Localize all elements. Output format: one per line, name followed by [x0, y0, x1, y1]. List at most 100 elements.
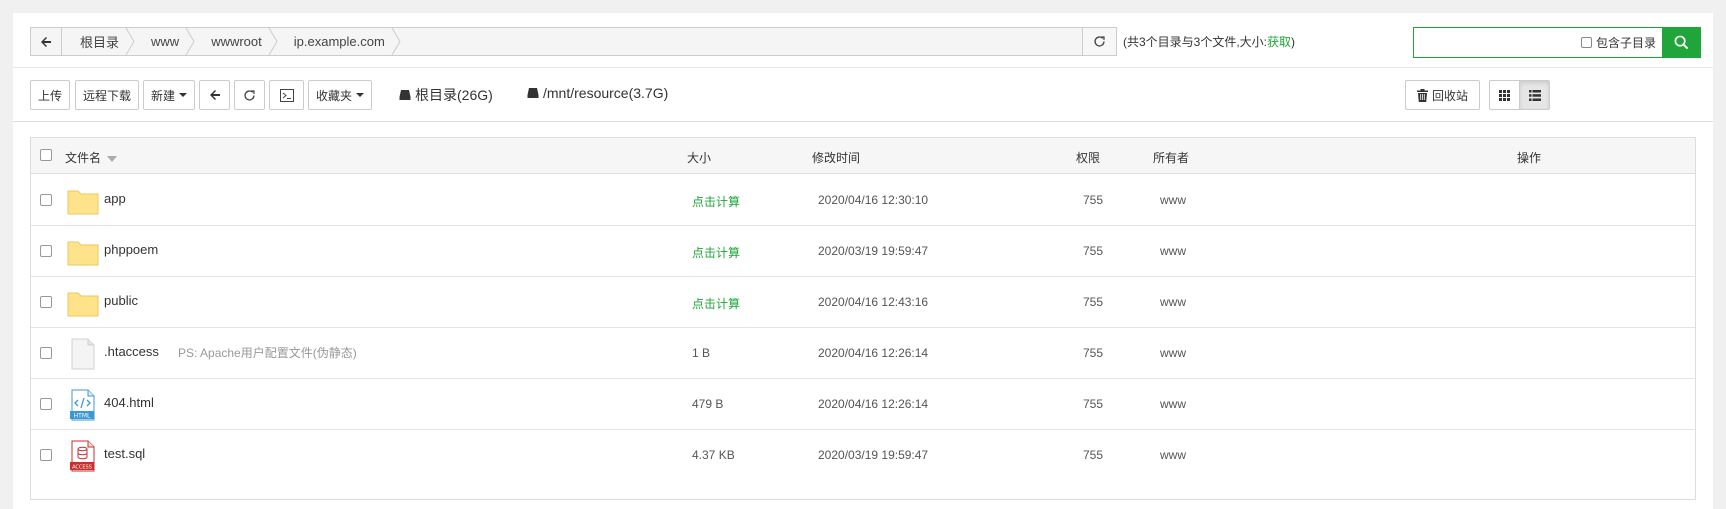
- col-name-header[interactable]: 文件名: [65, 149, 118, 166]
- summary-text: (共3个目录与3个文件,大小:: [1123, 35, 1268, 49]
- mtime-cell: 2020/04/16 12:30:10: [818, 193, 929, 207]
- folder-icon: [67, 292, 99, 317]
- disk-mnt-label: /mnt/resource(3.7G): [543, 85, 669, 101]
- remote-download-button[interactable]: 远程下载: [75, 80, 139, 110]
- recycle-bin-label: 回收站: [1431, 88, 1468, 103]
- owner-cell[interactable]: www: [1160, 295, 1186, 309]
- owner-cell[interactable]: www: [1160, 448, 1186, 462]
- file-name[interactable]: app: [104, 191, 126, 206]
- col-ops-header: 操作: [1517, 151, 1542, 165]
- file-name[interactable]: 404.html: [104, 395, 154, 410]
- mtime-cell: 2020/03/19 19:59:47: [818, 448, 929, 462]
- col-size-header[interactable]: 大小: [687, 149, 711, 166]
- path-refresh-button[interactable]: [1082, 28, 1116, 55]
- caret-down-icon: [356, 93, 364, 97]
- arrow-left-icon: [209, 90, 220, 100]
- upload-button[interactable]: 上传: [30, 80, 70, 110]
- new-label: 新建: [150, 88, 175, 103]
- favorites-dropdown-button[interactable]: 收藏夹: [308, 80, 372, 110]
- sort-desc-icon: [107, 155, 118, 162]
- sql-file-icon: ACCESS: [70, 440, 95, 472]
- breadcrumb-item-root[interactable]: 根目录: [62, 28, 135, 55]
- file-name[interactable]: public: [104, 293, 138, 308]
- owner-cell[interactable]: www: [1160, 193, 1186, 207]
- owner-cell[interactable]: www: [1160, 244, 1186, 258]
- list-icon: [1528, 89, 1541, 101]
- refresh-button[interactable]: [234, 80, 265, 110]
- disk-root-link[interactable]: 根目录(26G): [399, 85, 493, 105]
- row-checkbox[interactable]: [40, 347, 52, 359]
- mtime-cell: 2020/04/16 12:43:16: [818, 295, 929, 309]
- breadcrumb-separator: [391, 28, 401, 55]
- get-size-link[interactable]: 获取: [1267, 35, 1291, 49]
- owner-cell[interactable]: www: [1160, 397, 1186, 411]
- file-name[interactable]: test.sql: [104, 446, 145, 461]
- calc-size-link[interactable]: 点击计算: [692, 193, 740, 210]
- select-all-checkbox[interactable]: [40, 149, 52, 161]
- arrow-left-icon: [41, 36, 51, 47]
- perm-cell[interactable]: 755: [1083, 397, 1103, 411]
- calc-size-link[interactable]: 点击计算: [692, 295, 740, 312]
- perm-cell[interactable]: 755: [1083, 346, 1103, 360]
- breadcrumb-item-wwwroot[interactable]: wwwroot: [193, 28, 278, 55]
- col-perm-header[interactable]: 权限: [1076, 149, 1100, 166]
- perm-cell[interactable]: 755: [1083, 295, 1103, 309]
- breadcrumb: 根目录 www wwwroot ip.example.com: [30, 27, 1117, 56]
- refresh-icon: [1094, 36, 1105, 47]
- breadcrumb-label: 根目录: [80, 35, 120, 50]
- col-mtime-header[interactable]: 修改时间: [812, 149, 860, 166]
- file-manager-panel: 根目录 www wwwroot ip.example.com (共3个目录与3个…: [13, 13, 1713, 509]
- file-name[interactable]: phppoem: [104, 242, 158, 257]
- trash-icon: [1416, 88, 1428, 102]
- perm-cell[interactable]: 755: [1083, 244, 1103, 258]
- blank-file-icon: [71, 338, 95, 370]
- terminal-icon: [279, 88, 294, 102]
- disk-mnt-link[interactable]: /mnt/resource(3.7G): [527, 85, 668, 101]
- table-row[interactable]: public 点击计算 2020/04/16 12:43:16 755 www: [31, 277, 1695, 328]
- search-box: 包含子目录: [1413, 27, 1701, 58]
- breadcrumb-item-site[interactable]: ip.example.com: [276, 28, 401, 55]
- perm-cell[interactable]: 755: [1083, 448, 1103, 462]
- refresh-icon: [244, 89, 255, 101]
- table-row[interactable]: app 点击计算 2020/04/16 12:30:10 755 www: [31, 175, 1695, 226]
- search-button[interactable]: [1662, 28, 1700, 57]
- row-checkbox[interactable]: [40, 449, 52, 461]
- terminal-button[interactable]: [269, 80, 304, 110]
- table-row[interactable]: HTML 404.html 479 B 2020/04/16 12:26:14 …: [31, 379, 1695, 430]
- table-row[interactable]: .htaccess PS: Apache用户配置文件(伪静态) 1 B 2020…: [31, 328, 1695, 379]
- svg-text:HTML: HTML: [74, 413, 91, 420]
- table-row[interactable]: ACCESS test.sql 4.37 KB 2020/03/19 19:59…: [31, 430, 1695, 481]
- table-header: 文件名 大小 修改时间 权限 所有者 操作: [31, 138, 1695, 174]
- divider: [13, 67, 1713, 68]
- file-table: 文件名 大小 修改时间 权限 所有者 操作 app 点击计算 2020/04/1…: [30, 137, 1696, 500]
- table-row[interactable]: phppoem 点击计算 2020/03/19 19:59:47 755 www: [31, 226, 1695, 277]
- perm-cell[interactable]: 755: [1083, 193, 1103, 207]
- include-subdir-label: 包含子目录: [1596, 36, 1657, 50]
- list-view-button[interactable]: [1519, 80, 1550, 110]
- row-checkbox[interactable]: [40, 245, 52, 257]
- breadcrumb-item-www[interactable]: www: [133, 28, 195, 55]
- search-icon: [1674, 35, 1688, 50]
- grid-view-button[interactable]: [1489, 80, 1520, 110]
- file-name[interactable]: .htaccess: [104, 344, 159, 359]
- recycle-bin-button[interactable]: 回收站: [1405, 80, 1480, 110]
- breadcrumb-label: wwwroot: [211, 34, 262, 49]
- grid-icon: [1499, 89, 1510, 101]
- include-subdir-option[interactable]: 包含子目录: [1581, 28, 1662, 57]
- owner-cell[interactable]: www: [1160, 346, 1186, 360]
- row-checkbox[interactable]: [40, 296, 52, 308]
- search-input[interactable]: [1414, 28, 1581, 57]
- row-checkbox[interactable]: [40, 194, 52, 206]
- back-button[interactable]: [199, 80, 230, 110]
- include-subdir-checkbox[interactable]: [1581, 37, 1592, 48]
- path-input-area[interactable]: [399, 28, 1082, 55]
- folder-icon: [67, 241, 99, 266]
- mtime-cell: 2020/03/19 19:59:47: [818, 244, 929, 258]
- path-back-button[interactable]: [31, 28, 62, 55]
- col-owner-header[interactable]: 所有者: [1153, 149, 1189, 166]
- hard-drive-icon: [399, 90, 411, 100]
- new-dropdown-button[interactable]: 新建: [143, 80, 195, 110]
- row-checkbox[interactable]: [40, 398, 52, 410]
- col-name-label: 文件名: [65, 151, 102, 165]
- calc-size-link[interactable]: 点击计算: [692, 244, 740, 261]
